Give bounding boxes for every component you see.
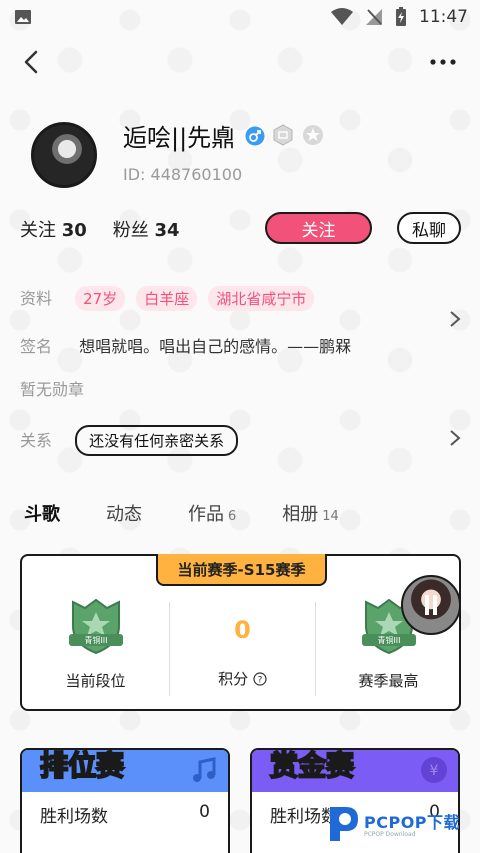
follow-stats: 关注 30 粉丝 34 xyxy=(20,216,180,242)
pcpop-logo-icon xyxy=(330,807,358,841)
zodiac-tag: 白羊座 xyxy=(136,286,198,311)
pause-icon xyxy=(425,595,437,615)
private-message-button[interactable]: 私聊 xyxy=(397,212,461,244)
male-gender-icon xyxy=(245,126,265,146)
signal-off-icon xyxy=(366,8,382,25)
signature-label: 签名 xyxy=(20,337,53,356)
bronze-rank-shield-icon: 青铜III xyxy=(68,598,123,655)
tab-dongtai[interactable]: 动态 xyxy=(106,500,142,526)
user-avatar[interactable] xyxy=(31,122,97,188)
signature-row: 签名 想唱就唱。唱出自己的感情。——鹏槑 xyxy=(20,333,351,357)
wifi-icon xyxy=(331,7,353,25)
ranked-mode-header: 排位赛 xyxy=(22,750,228,792)
points-label: 积分 ? xyxy=(169,668,316,689)
best-rank-label: 赛季最高 xyxy=(358,672,419,690)
bounty-mode-title: 赏金赛 xyxy=(269,749,355,783)
svg-text:¥: ¥ xyxy=(430,763,439,779)
points-value: 0 xyxy=(234,616,251,644)
coin-icon: ¥ xyxy=(421,757,447,783)
season-banner: 当前赛季-S15赛季 xyxy=(156,554,327,586)
current-rank-column[interactable]: 青铜III 当前段位 xyxy=(22,596,169,706)
ranked-wins-row: 胜利场数 0 xyxy=(40,802,210,827)
status-bar: 11:47 xyxy=(0,0,480,33)
medals-text: 暂无勋章 xyxy=(20,380,85,399)
current-rank-label: 当前段位 xyxy=(65,672,126,690)
signature-text: 想唱就唱。唱出自己的感情。——鹏槑 xyxy=(79,337,352,356)
user-nickname: 逅哙||先鼑 xyxy=(123,124,236,152)
level-badge-icon xyxy=(273,124,293,146)
floating-music-avatar[interactable] xyxy=(401,575,461,635)
tab-douge[interactable]: 斗歌 xyxy=(24,500,60,526)
battery-charging-icon xyxy=(396,6,406,26)
bounty-mode-header: 赏金赛 ¥ xyxy=(252,750,458,792)
svg-text:青铜III: 青铜III xyxy=(84,635,107,645)
svg-text:?: ? xyxy=(258,676,263,686)
season-card: 当前赛季-S15赛季 青铜III 当前段位 0 积分 ? 青铜III 赛季最高 xyxy=(20,554,461,711)
user-id: ID: 448760100 xyxy=(123,165,243,184)
back-arrow-icon[interactable] xyxy=(20,50,44,74)
tab-zuopin[interactable]: 作品 6 xyxy=(188,500,236,526)
music-note-icon xyxy=(193,757,216,782)
ranked-mode-card[interactable]: 排位赛 胜利场数 0 xyxy=(20,748,230,853)
profile-info-label: 资料 xyxy=(20,289,53,308)
tab-xiangce[interactable]: 相册 14 xyxy=(282,500,339,526)
fans-stat[interactable]: 粉丝 34 xyxy=(113,216,180,242)
image-notification-icon xyxy=(15,9,31,24)
following-stat[interactable]: 关注 30 xyxy=(20,216,87,242)
profile-tabs: 斗歌 动态 作品 6 相册 14 xyxy=(24,500,385,526)
more-options-icon[interactable] xyxy=(428,52,458,72)
star-badge-icon xyxy=(303,125,323,145)
chevron-right-icon[interactable] xyxy=(448,310,462,328)
ranked-mode-title: 排位赛 xyxy=(39,749,125,783)
top-bar xyxy=(0,40,480,84)
relation-row[interactable]: 关系 还没有任何亲密关系 xyxy=(20,425,239,456)
relation-chevron-right-icon[interactable] xyxy=(448,429,462,447)
help-icon[interactable]: ? xyxy=(253,672,267,686)
age-tag: 27岁 xyxy=(75,286,126,311)
location-tag: 湖北省咸宁市 xyxy=(208,286,315,311)
points-column: 0 积分 ? xyxy=(169,596,316,706)
relation-label: 关系 xyxy=(20,431,53,450)
relation-pill[interactable]: 还没有任何亲密关系 xyxy=(75,425,239,456)
svg-text:青铜III: 青铜III xyxy=(377,635,400,645)
profile-info-row[interactable]: 资料 27岁 白羊座 湖北省咸宁市 xyxy=(20,285,315,311)
watermark-text: PCPOP下载 xyxy=(364,812,461,832)
follow-button[interactable]: 关注 xyxy=(265,212,372,244)
status-time: 11:47 xyxy=(419,6,468,27)
pcpop-watermark: PCPOP下载 PCPOP Download xyxy=(326,800,476,846)
